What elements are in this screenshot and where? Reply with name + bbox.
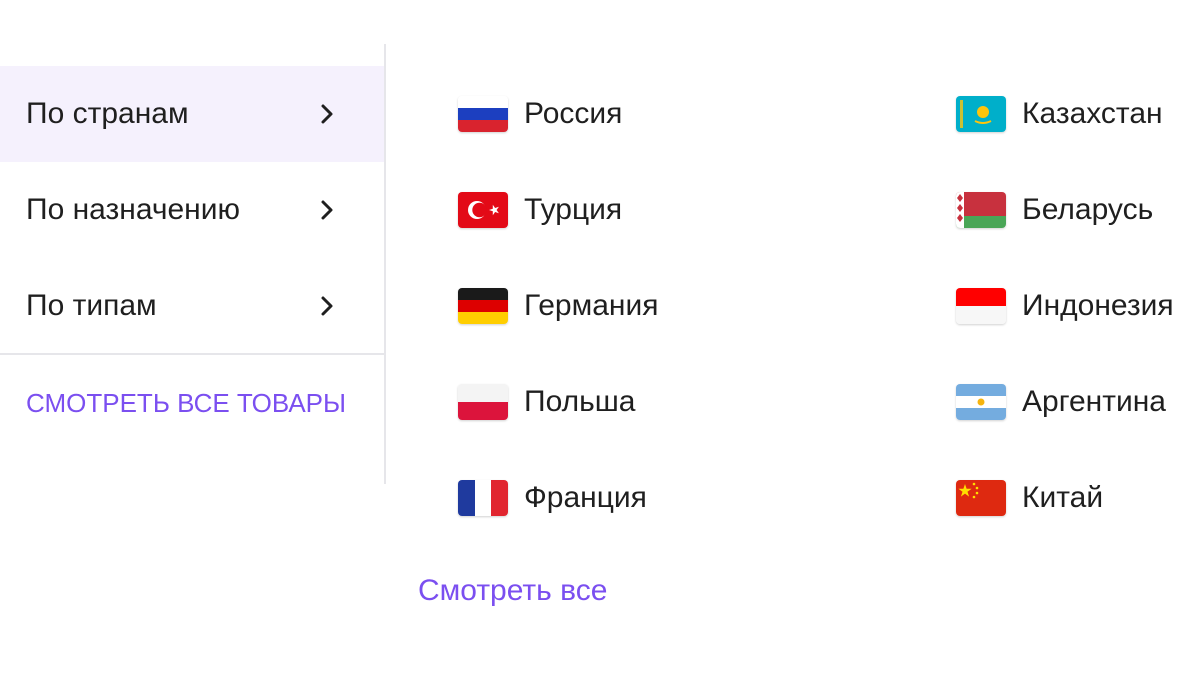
- country-name: Аргентина: [1022, 385, 1166, 418]
- country-name: Польша: [524, 385, 636, 418]
- category-item-by-type[interactable]: По типам: [0, 258, 384, 354]
- country-item-argentina[interactable]: Аргентина: [956, 354, 1166, 450]
- country-item-indonesia[interactable]: Индонезия: [956, 258, 1174, 354]
- category-panel: По странам По назначению По типам Смотре…: [0, 44, 386, 484]
- category-label: По странам: [26, 97, 189, 130]
- germany-flag-icon: [458, 288, 508, 324]
- country-name: Китай: [1022, 481, 1104, 514]
- category-list: По странам По назначению По типам: [0, 66, 384, 354]
- country-item-china[interactable]: Китай: [956, 450, 1103, 546]
- indonesia-flag-icon: [956, 288, 1006, 324]
- country-name: Беларусь: [1022, 193, 1154, 226]
- russia-flag-icon: [458, 96, 508, 132]
- category-label: По назначению: [26, 193, 240, 226]
- category-item-by-purpose[interactable]: По назначению: [0, 162, 384, 258]
- country-item-germany[interactable]: Германия: [458, 258, 659, 354]
- country-item-russia[interactable]: Россия: [458, 66, 622, 162]
- see-all-countries-link[interactable]: Смотреть все: [418, 574, 607, 608]
- country-item-france[interactable]: Франция: [458, 450, 647, 546]
- country-name: Индонезия: [1022, 289, 1174, 322]
- country-item-belarus[interactable]: Беларусь: [956, 162, 1153, 258]
- see-all-goods-link[interactable]: Смотреть все товары: [26, 388, 346, 419]
- kazakhstan-flag-icon: [956, 96, 1006, 132]
- china-flag-icon: [956, 480, 1006, 516]
- country-grid: Россия Турция Германия Польша Франция Ка…: [458, 66, 1200, 546]
- category-item-by-country[interactable]: По странам: [0, 66, 384, 162]
- country-item-poland[interactable]: Польша: [458, 354, 635, 450]
- catalog-dropdown-menu: По странам По назначению По типам Смотре…: [0, 0, 1200, 700]
- country-name: Турция: [524, 193, 623, 226]
- country-name: Россия: [524, 97, 623, 130]
- chevron-right-icon: [316, 103, 338, 125]
- belarus-flag-icon: [956, 192, 1006, 228]
- category-label: По типам: [26, 289, 157, 322]
- country-name: Казахстан: [1022, 97, 1163, 130]
- france-flag-icon: [458, 480, 508, 516]
- poland-flag-icon: [458, 384, 508, 420]
- category-divider: [0, 353, 384, 355]
- country-name: Германия: [524, 289, 659, 322]
- country-item-turkey[interactable]: Турция: [458, 162, 622, 258]
- country-item-kazakhstan[interactable]: Казахстан: [956, 66, 1163, 162]
- country-name: Франция: [524, 481, 647, 514]
- chevron-right-icon: [316, 199, 338, 221]
- turkey-flag-icon: [458, 192, 508, 228]
- chevron-right-icon: [316, 295, 338, 317]
- argentina-flag-icon: [956, 384, 1006, 420]
